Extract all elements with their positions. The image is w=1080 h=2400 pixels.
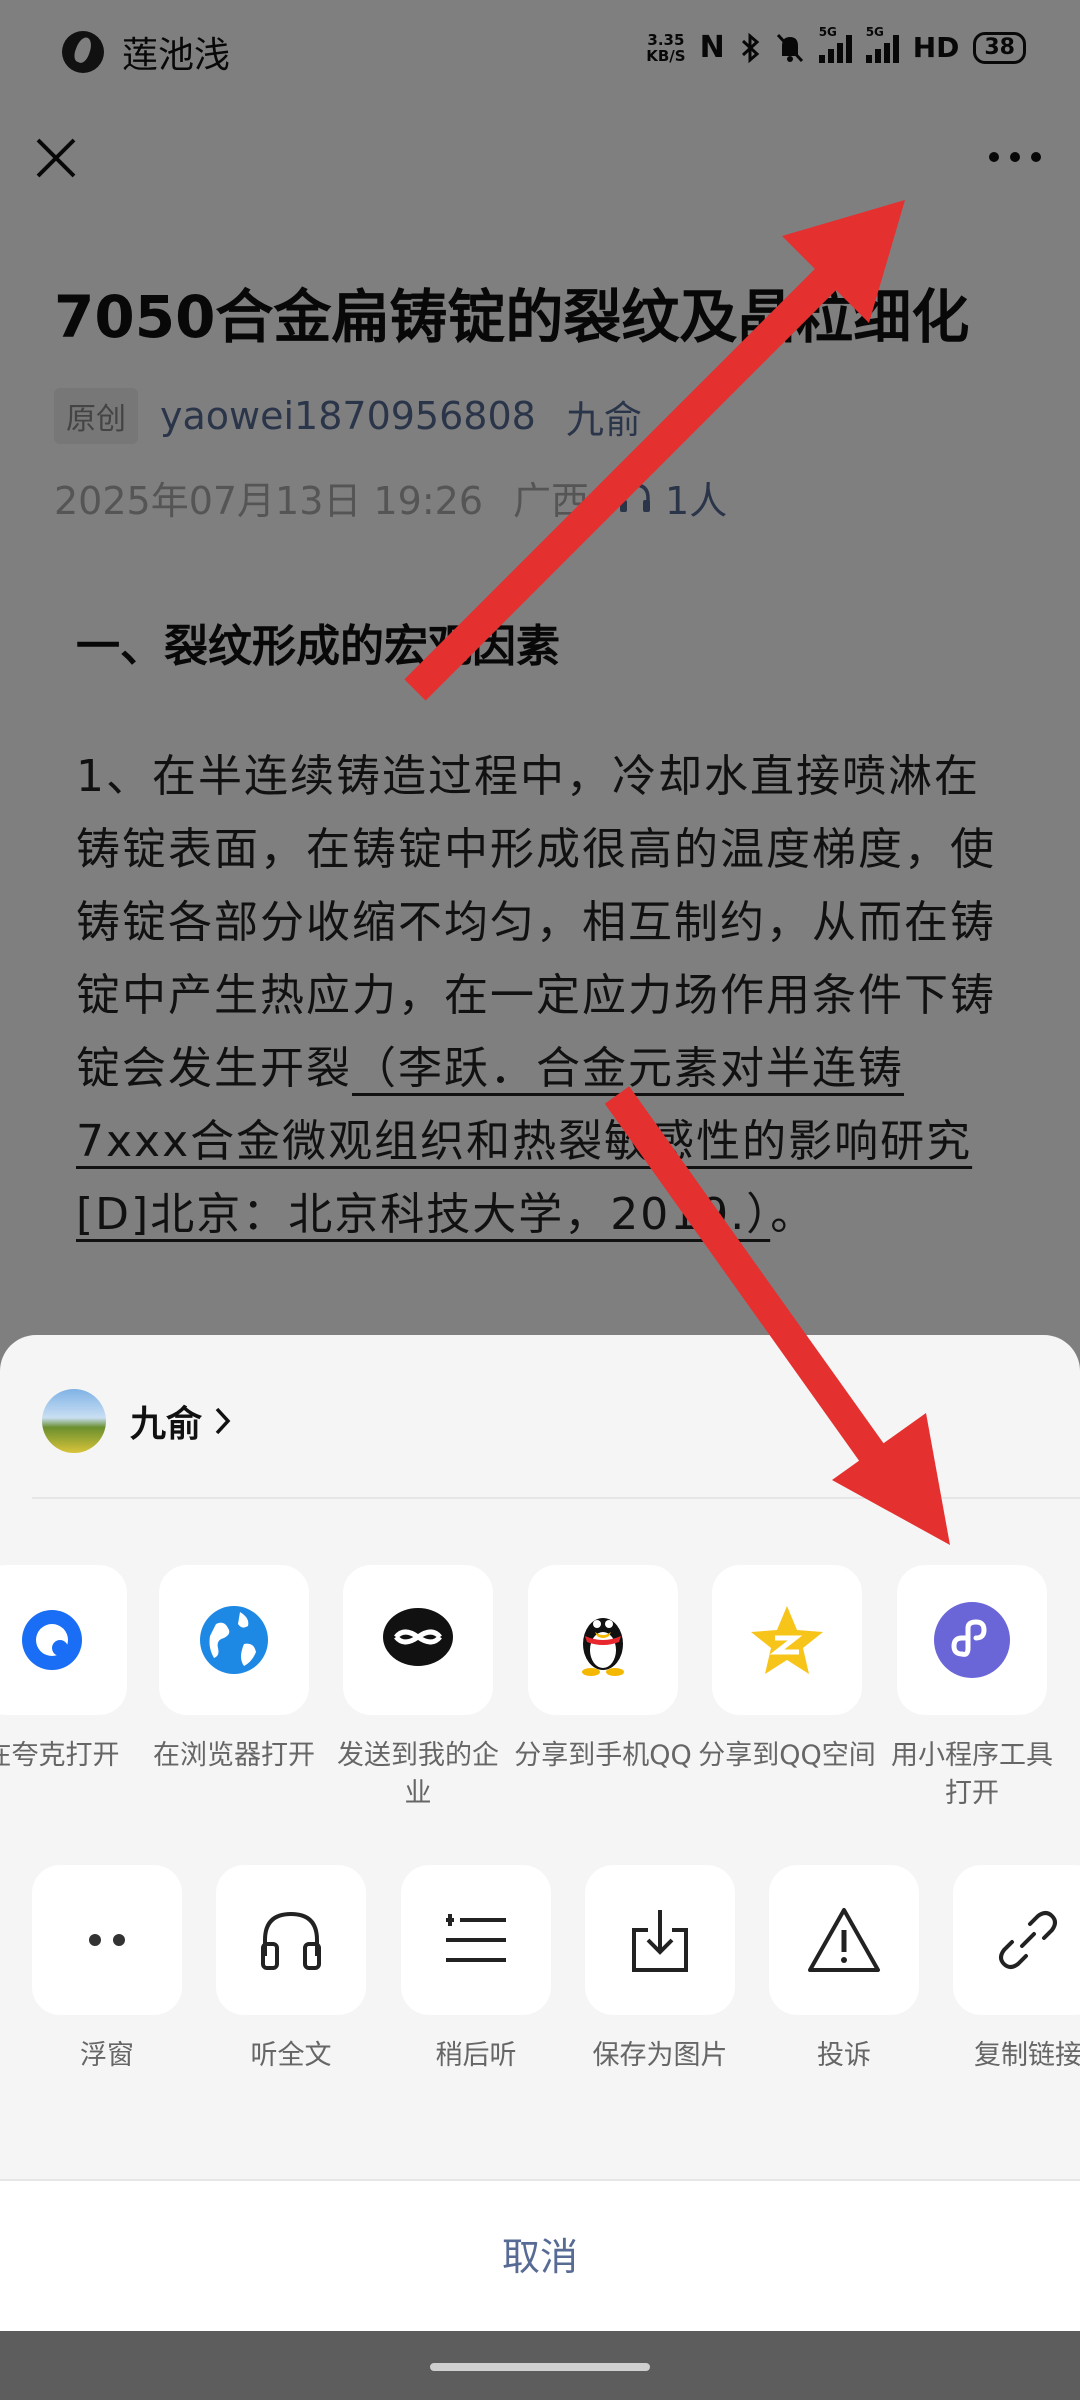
wecom-label: 发送到我的企业	[337, 1740, 499, 1809]
avatar	[42, 1389, 106, 1453]
floating-window-button[interactable]: 浮窗	[15, 1865, 199, 2075]
qq-label: 分享到手机QQ	[514, 1740, 692, 1771]
wecom-icon	[383, 1608, 453, 1666]
qq-penguin-icon	[582, 1618, 624, 1676]
mini-program-tile	[897, 1565, 1047, 1715]
qzone-star-icon	[751, 1606, 823, 1674]
sheet-account-name[interactable]: 九俞	[130, 1395, 234, 1447]
open-in-quark-button[interactable]: 在夸克打开	[0, 1565, 144, 1775]
wecom-tile	[343, 1565, 493, 1715]
floating-window-label: 浮窗	[80, 2040, 134, 2071]
browser-label: 在浏览器打开	[153, 1740, 315, 1771]
listen-later-label: 稍后听	[435, 2040, 517, 2071]
browser-tile	[159, 1565, 309, 1715]
cancel-button[interactable]: 取消	[0, 2179, 1080, 2333]
listen-later-tile	[401, 1865, 551, 2015]
link-icon	[999, 1911, 1057, 1969]
save-as-image-button[interactable]: 保存为图片	[568, 1865, 752, 2075]
save-image-label: 保存为图片	[592, 2040, 728, 2071]
gesture-bar	[0, 2331, 1080, 2400]
share-to-qq-button[interactable]: 分享到手机QQ	[511, 1565, 695, 1775]
copy-link-label: 复制链接	[974, 2040, 1080, 2071]
qzone-tile	[712, 1565, 862, 1715]
qq-tile	[528, 1565, 678, 1715]
quark-icon	[22, 1610, 82, 1670]
mini-program-label: 用小程序工具打开	[891, 1740, 1053, 1809]
home-indicator[interactable]	[430, 2363, 650, 2371]
open-in-browser-button[interactable]: 在浏览器打开	[142, 1565, 326, 1775]
quark-tile	[0, 1565, 127, 1715]
qzone-label: 分享到QQ空间	[698, 1740, 876, 1771]
chevron-right-icon	[215, 1407, 231, 1435]
headphones-icon	[261, 1911, 321, 1970]
quark-label: 在夸克打开	[0, 1740, 120, 1771]
sheet-account-label: 九俞	[130, 1404, 203, 1445]
send-to-enterprise-button[interactable]: 发送到我的企业	[326, 1565, 510, 1813]
copy-link-tile	[953, 1865, 1080, 2015]
save-image-tile	[585, 1865, 735, 2015]
save-image-icon	[632, 1910, 688, 1972]
headphones-tile	[216, 1865, 366, 2015]
browser-globe-icon	[200, 1606, 268, 1674]
listen-full-label: 听全文	[250, 2040, 332, 2071]
report-tile	[769, 1865, 919, 2015]
warning-icon	[808, 1908, 880, 1972]
report-label: 投诉	[817, 2040, 871, 2071]
listen-later-button[interactable]: 稍后听	[384, 1865, 568, 2075]
copy-link-button[interactable]: 复制链接	[936, 1865, 1080, 2075]
listen-later-icon	[446, 1914, 506, 1962]
open-with-mini-program-button[interactable]: 用小程序工具打开	[880, 1565, 1064, 1813]
floating-window-icon	[89, 1934, 125, 1946]
share-to-qzone-button[interactable]: 分享到QQ空间	[695, 1565, 879, 1775]
floating-window-tile	[32, 1865, 182, 2015]
sheet-account-header[interactable]: 九俞	[32, 1335, 1080, 1499]
listen-full-button[interactable]: 听全文	[199, 1865, 383, 2075]
report-button[interactable]: 投诉	[752, 1865, 936, 2075]
mini-program-icon	[934, 1602, 1010, 1678]
